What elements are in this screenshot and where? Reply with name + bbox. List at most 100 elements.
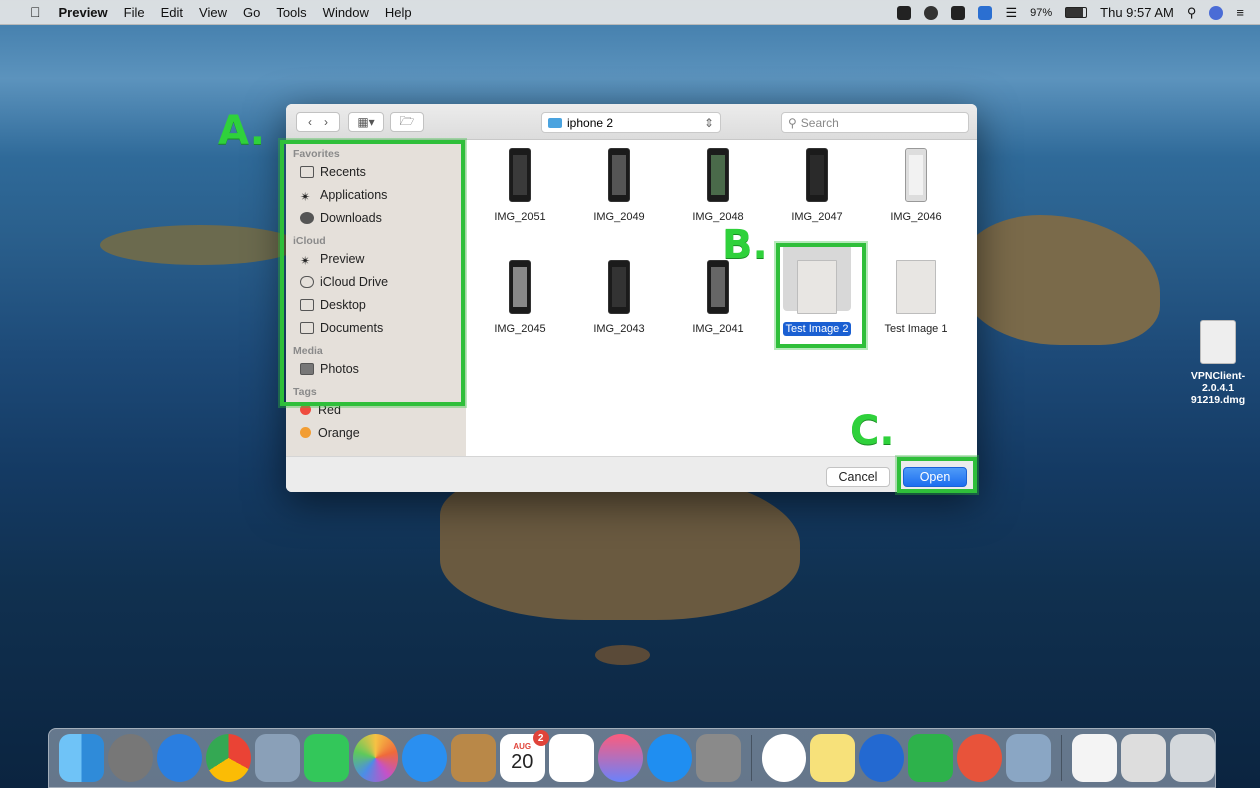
facetime-icon[interactable] <box>303 734 349 782</box>
search-field[interactable]: ⚲ Search <box>781 112 969 133</box>
chrome-icon[interactable] <box>205 734 251 782</box>
dock-separator <box>750 735 752 781</box>
file-item[interactable]: IMG_2045 <box>470 260 570 336</box>
file-name: IMG_2046 <box>890 211 942 223</box>
downloads-stack-icon[interactable] <box>1121 734 1167 782</box>
clock[interactable]: Thu 9:57 AM <box>1100 5 1174 20</box>
teamviewer-icon[interactable] <box>978 5 993 20</box>
annotation-label-a: A. <box>218 108 265 154</box>
menu-window[interactable]: Window <box>323 5 369 20</box>
file-name: IMG_2043 <box>593 323 645 335</box>
file-item[interactable]: IMG_2047 <box>767 148 867 224</box>
teamviewer-app-icon[interactable] <box>859 734 905 782</box>
system-preferences-icon[interactable] <box>695 734 741 782</box>
menu-edit[interactable]: Edit <box>161 5 183 20</box>
desktop-file-dmg[interactable]: VPNClient-2.0.4.1 91219.dmg <box>1178 320 1258 406</box>
file-name: IMG_2045 <box>494 323 546 335</box>
file-item[interactable]: IMG_2046 <box>866 148 966 224</box>
phone-screenshot-thumbnail <box>707 260 729 314</box>
back-forward-buttons[interactable]: ‹ › <box>296 112 340 132</box>
file-item[interactable]: Test Image 1 <box>866 260 966 336</box>
file-item[interactable]: IMG_2043 <box>569 260 669 336</box>
file-name: IMG_2051 <box>494 211 546 223</box>
search-placeholder: Search <box>800 115 839 130</box>
search-icon: ⚲ <box>788 115 797 130</box>
popup-arrows-icon: ⇕ <box>703 115 714 130</box>
location-popup[interactable]: iphone 2 ⇕ <box>541 112 721 133</box>
menu-bar:  Preview File Edit View Go Tools Window… <box>0 0 1260 25</box>
app-store-icon[interactable] <box>646 734 692 782</box>
five-icon[interactable] <box>951 5 966 20</box>
location-label: iphone 2 <box>567 115 614 130</box>
notification-center-icon[interactable]: ≡ <box>1236 5 1244 20</box>
launchpad-icon[interactable] <box>107 734 153 782</box>
file-item[interactable]: IMG_2049 <box>569 148 669 224</box>
island-left <box>100 225 300 265</box>
sidebar-item-label: Orange <box>318 425 360 440</box>
calendar-day: 20 <box>511 751 534 773</box>
dock-separator <box>1061 735 1063 781</box>
file-name: IMG_2047 <box>791 211 843 223</box>
spotlight-icon[interactable]: ⚲ <box>1187 5 1197 21</box>
calendar-badge: 2 <box>532 730 549 746</box>
status-area: ☰ 97% Thu 9:57 AM ⚲ ≡ <box>897 0 1244 25</box>
annotation-box-a <box>280 140 465 406</box>
finder-icon[interactable] <box>59 734 104 782</box>
mail-icon[interactable] <box>254 734 300 782</box>
menu-tools[interactable]: Tools <box>276 5 306 20</box>
file-item[interactable]: IMG_2051 <box>470 148 570 224</box>
phone-screenshot-thumbnail <box>707 148 729 202</box>
disk-image-icon <box>1200 320 1236 364</box>
phone-screenshot-thumbnail <box>905 148 927 202</box>
annotation-label-c: C. <box>850 408 895 454</box>
dialog-footer: Cancel Open <box>286 456 977 492</box>
annotation-box-b <box>776 243 866 348</box>
messages-icon[interactable] <box>401 734 447 782</box>
photos-app-icon[interactable] <box>352 734 398 782</box>
safari-icon[interactable] <box>156 734 202 782</box>
siri-icon[interactable] <box>1209 5 1224 20</box>
cancel-button[interactable]: Cancel <box>826 467 890 487</box>
remote-desktop-icon[interactable] <box>957 734 1003 782</box>
shield-icon[interactable] <box>897 5 912 20</box>
island-right <box>960 215 1160 345</box>
view-mode-button[interactable]: ▦▾ <box>348 112 384 132</box>
document-stack-icon[interactable] <box>1072 734 1118 782</box>
upload-icon[interactable] <box>924 5 939 20</box>
back-icon[interactable]: ‹ <box>308 115 312 129</box>
stickies-icon[interactable] <box>810 734 856 782</box>
vpn-app-icon[interactable] <box>761 734 807 782</box>
phone-screenshot-thumbnail <box>608 260 630 314</box>
contacts-icon[interactable] <box>450 734 496 782</box>
menu-help[interactable]: Help <box>385 5 412 20</box>
phone-screenshot-thumbnail <box>806 148 828 202</box>
file-name: IMG_2049 <box>593 211 645 223</box>
phone-screenshot-thumbnail <box>608 148 630 202</box>
dialog-toolbar: ‹ › ▦▾ 🗁 iphone 2 ⇕ ⚲ Search <box>286 104 977 140</box>
menu-view[interactable]: View <box>199 5 227 20</box>
menu-go[interactable]: Go <box>243 5 260 20</box>
battery-icon[interactable] <box>1065 7 1088 18</box>
new-folder-button[interactable]: 🗁 <box>390 112 424 132</box>
annotation-label-b: B. <box>722 222 768 268</box>
document-thumbnail <box>896 260 936 314</box>
file-name: IMG_2041 <box>692 323 744 335</box>
file-item[interactable]: IMG_2041 <box>668 260 768 336</box>
wifi-icon[interactable]: ☰ <box>1005 5 1017 21</box>
forward-icon[interactable]: › <box>324 115 328 129</box>
dock: AUG 20 2 <box>48 728 1216 788</box>
preview-app-icon[interactable] <box>1006 734 1052 782</box>
reminders-icon[interactable] <box>548 734 594 782</box>
trash-icon[interactable] <box>1170 734 1216 782</box>
calendar-icon[interactable]: AUG 20 2 <box>499 730 549 782</box>
apple-menu-icon[interactable]:  <box>30 4 41 20</box>
file-grid: IMG_2051 IMG_2049 IMG_2048 IMG_2047 IMG_… <box>466 140 977 456</box>
music-icon[interactable] <box>597 734 643 782</box>
green-app-icon[interactable] <box>908 734 954 782</box>
menu-file[interactable]: File <box>124 5 145 20</box>
file-item[interactable]: IMG_2048 <box>668 148 768 224</box>
sidebar-item-tag-orange[interactable]: Orange <box>286 421 466 444</box>
app-menu[interactable]: Preview <box>59 5 108 20</box>
desktop-file-label: VPNClient-2.0.4.1 91219.dmg <box>1190 370 1246 406</box>
folder-icon <box>548 117 562 128</box>
